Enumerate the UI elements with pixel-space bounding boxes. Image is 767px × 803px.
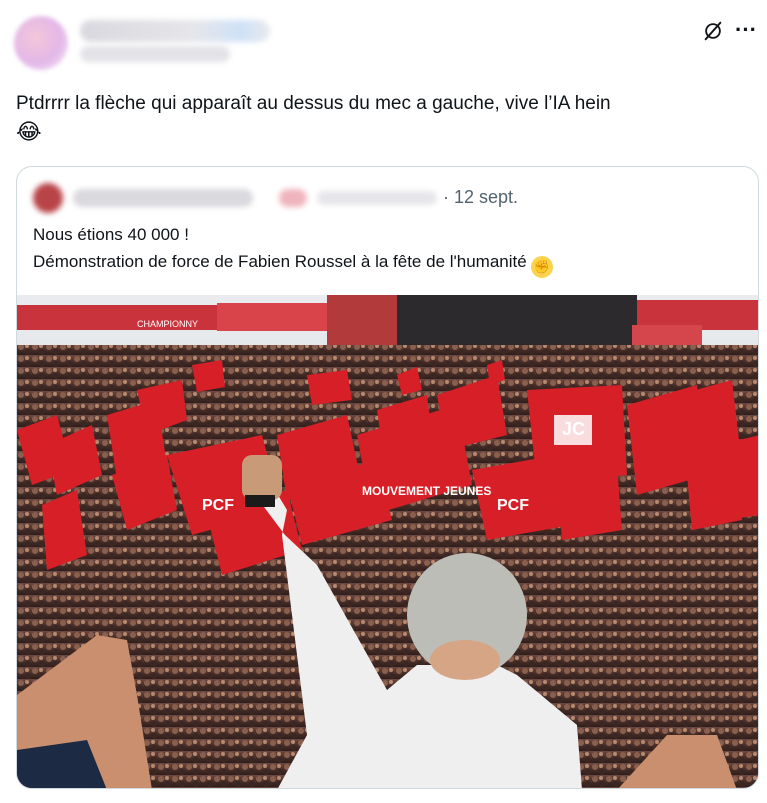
quoted-handle-blurred[interactable] (317, 191, 437, 205)
quoted-tweet[interactable]: · 12 sept. Nous étions 40 000 ! Démonstr… (16, 166, 759, 789)
more-icon[interactable]: ··· (734, 18, 758, 42)
quoted-author-name-blurred[interactable] (73, 189, 253, 207)
banner-text: CHAMPIONNY (137, 319, 198, 329)
tweet-header: ··· (0, 0, 767, 70)
quoted-badge-blurred (279, 189, 307, 207)
flag-text-pcf-2: PCF (497, 497, 529, 514)
tweet-body: Ptdrrrr la flèche qui apparaît au dessus… (16, 93, 611, 114)
flag-text-pcf: PCF (202, 497, 234, 514)
grok-icon[interactable] (702, 20, 724, 42)
rally-photo[interactable]: CHAMPIONNY PCF PCF MOUVEMENT JEUNES (17, 295, 759, 789)
quoted-line-2: Démonstration de force de Fabien Roussel… (33, 252, 527, 271)
laughing-emoji-icon: 😂 (16, 119, 42, 144)
quoted-avatar[interactable] (33, 183, 63, 213)
avatar[interactable] (14, 16, 68, 70)
quoted-date[interactable]: · 12 sept. (443, 187, 518, 208)
author-handle-blurred[interactable] (80, 46, 230, 62)
quoted-text: Nous étions 40 000 ! Démonstration de fo… (33, 221, 743, 278)
raised-fist-icon: ✊ (530, 256, 553, 278)
flag-text-mj: MOUVEMENT JEUNES (362, 484, 491, 498)
quoted-line-1: Nous étions 40 000 ! (33, 225, 189, 244)
author-name-blurred[interactable] (80, 20, 270, 42)
tweet-text: Ptdrrrr la flèche qui apparaît au dessus… (16, 90, 756, 148)
